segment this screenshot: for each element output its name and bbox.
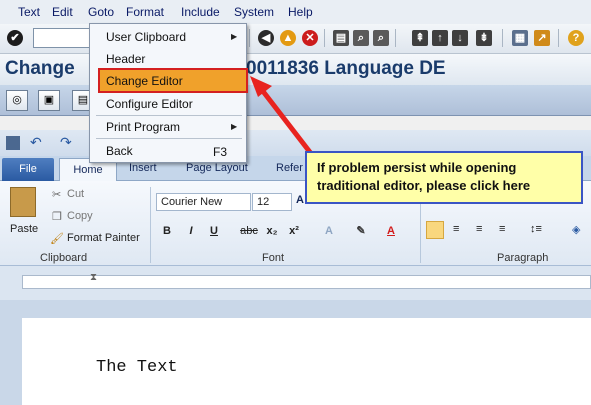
help-callout: If problem persist while opening traditi… [305,151,583,204]
arrow-head [250,76,272,97]
arrow-shaft [260,88,318,162]
